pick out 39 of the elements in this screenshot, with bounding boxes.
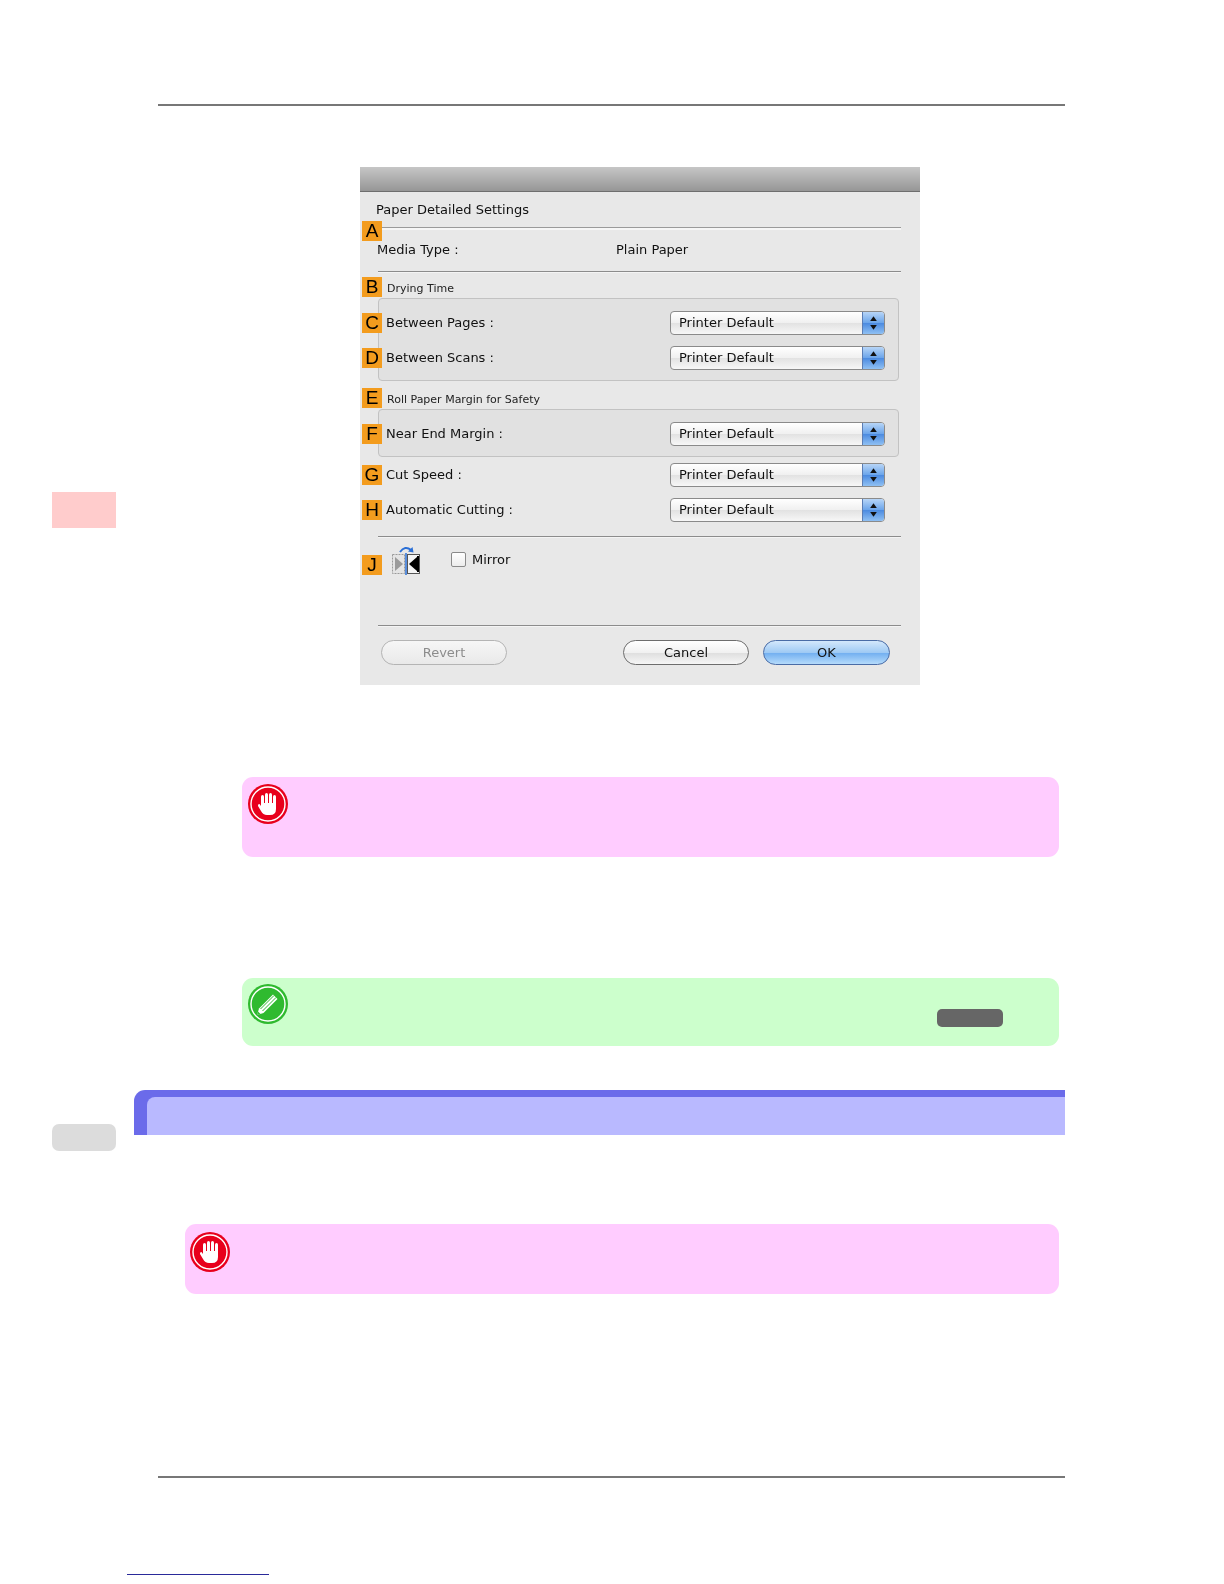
marker-letter: E [362,388,382,408]
marker-letter: H [362,500,382,520]
popup-button[interactable]: Printer Default [670,346,885,370]
marker-letter: C [362,313,382,333]
popup-button[interactable]: Printer Default [670,498,885,522]
popup-arrows-icon [862,423,884,445]
setting-label: Near End Margin : [386,425,503,443]
marker-letter: G [362,465,382,485]
stop-hand-icon [248,784,288,824]
setting-label: Between Scans : [386,349,494,367]
marker-letter: F [362,424,382,444]
popup-button[interactable]: Printer Default [670,463,885,487]
dialog-title: Paper Detailed Settings [376,201,529,219]
margin-strip [52,492,116,528]
popup-arrows-icon [862,499,884,521]
mirror-icon [391,544,421,575]
dialog-button[interactable]: OK [763,640,890,665]
popup-button[interactable]: Printer Default [670,422,885,446]
stop-hand-icon [190,1232,230,1272]
group-title: Roll Paper Margin for Safety [387,393,540,408]
popup-arrows-icon [862,464,884,486]
setting-label: Cut Speed : [386,466,462,484]
setting-label: Between Pages : [386,314,494,332]
margin-strip [52,1124,116,1151]
dialog-button[interactable]: Cancel [623,640,749,665]
checkbox[interactable] [451,552,466,567]
pencil-icon [248,984,288,1024]
popup-arrows-icon [862,312,884,334]
popup-arrows-icon [862,347,884,369]
popup-button[interactable]: Printer Default [670,311,885,335]
checkbox-label[interactable]: Mirror [472,550,511,569]
setting-label: Media Type : [377,241,460,259]
setting-label: Automatic Cutting : [386,501,513,519]
marker-letter: D [362,348,382,368]
group-title: Drying Time [387,282,454,297]
marker-letter: A [362,221,382,241]
setting-value: Plain Paper [616,241,689,259]
marker-letter: B [362,277,382,297]
marker-letter: J [362,555,382,575]
